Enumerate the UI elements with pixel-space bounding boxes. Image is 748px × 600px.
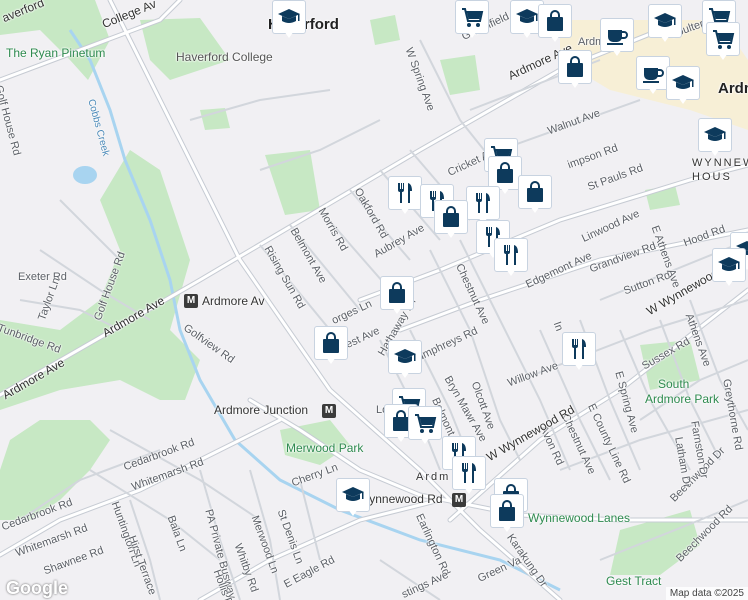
map-pin[interactable]: [455, 0, 489, 40]
map-pin[interactable]: [336, 478, 370, 518]
map-pin[interactable]: [452, 456, 486, 496]
map-pin[interactable]: [698, 118, 732, 158]
map-pin[interactable]: [314, 326, 348, 366]
gest-tract-label: Gest Tract: [606, 574, 662, 588]
map-pin[interactable]: [600, 18, 634, 58]
map-pin[interactable]: [636, 56, 670, 96]
map-attribution[interactable]: Map data ©2025: [665, 587, 748, 600]
map-pin[interactable]: [518, 175, 552, 215]
wynnewood-lanes-label: Wynnewood Lanes: [528, 511, 630, 525]
ardmore-junction-metro-icon[interactable]: M: [322, 404, 336, 418]
map-pin[interactable]: [490, 494, 524, 534]
ardmore-av-station-label: Ardmore Av: [202, 294, 265, 308]
merwood-park-label: Merwood Park: [286, 441, 364, 455]
map-pin[interactable]: [538, 4, 572, 44]
ryan-pinetum-label: The Ryan Pinetum: [6, 46, 106, 60]
map-pin[interactable]: [648, 4, 682, 44]
wynnewood-house-label-2: HOUS: [692, 171, 732, 183]
ardmore-av-metro-icon[interactable]: M: [184, 294, 198, 308]
map-pin[interactable]: [388, 176, 422, 216]
south-ardmore-park-label-1: South: [658, 377, 690, 391]
wynnewood-house-label: WYNNEW: [692, 157, 748, 169]
map-pin[interactable]: [562, 332, 596, 372]
map-pin[interactable]: [494, 238, 528, 278]
south-ardmore-park-label-2: Ardmore Park: [645, 392, 720, 406]
map-canvas[interactable]: Haverford Haverford College The Ryan Pin…: [0, 0, 748, 600]
pond: [73, 166, 97, 184]
map-pin[interactable]: [408, 406, 442, 446]
map-pin[interactable]: [558, 50, 592, 90]
google-logo: Google: [6, 578, 68, 598]
map-pin[interactable]: [706, 22, 740, 62]
ardmore-junction-label: Ardmore Junction: [214, 403, 309, 417]
map-pin[interactable]: [272, 0, 306, 40]
map-pin[interactable]: [388, 340, 422, 380]
ardmore-top-label: Ardmore: [718, 80, 748, 97]
wynnewood-rd-label: Wynnewood Rd: [358, 492, 443, 506]
map-pin[interactable]: [434, 200, 468, 240]
map-pin[interactable]: [666, 66, 700, 106]
map-pin[interactable]: [712, 248, 746, 288]
map-pin[interactable]: [380, 276, 414, 316]
haverford-college-label: Haverford College: [176, 50, 273, 64]
